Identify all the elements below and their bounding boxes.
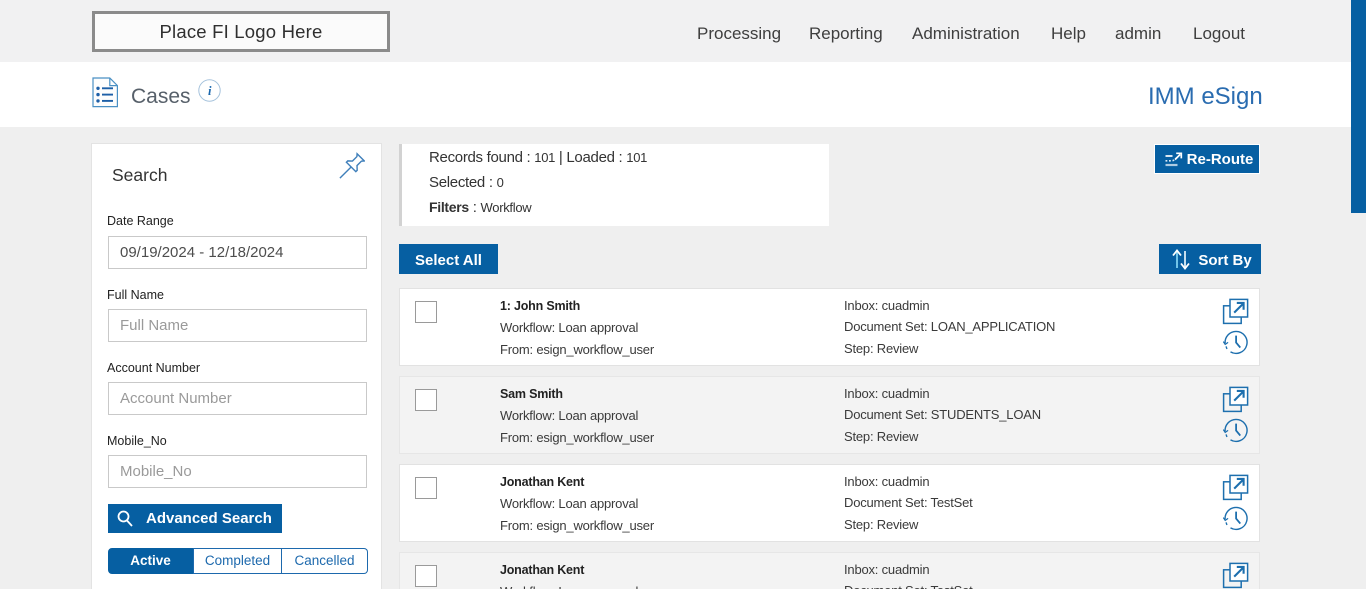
- svg-text:i: i: [208, 84, 212, 98]
